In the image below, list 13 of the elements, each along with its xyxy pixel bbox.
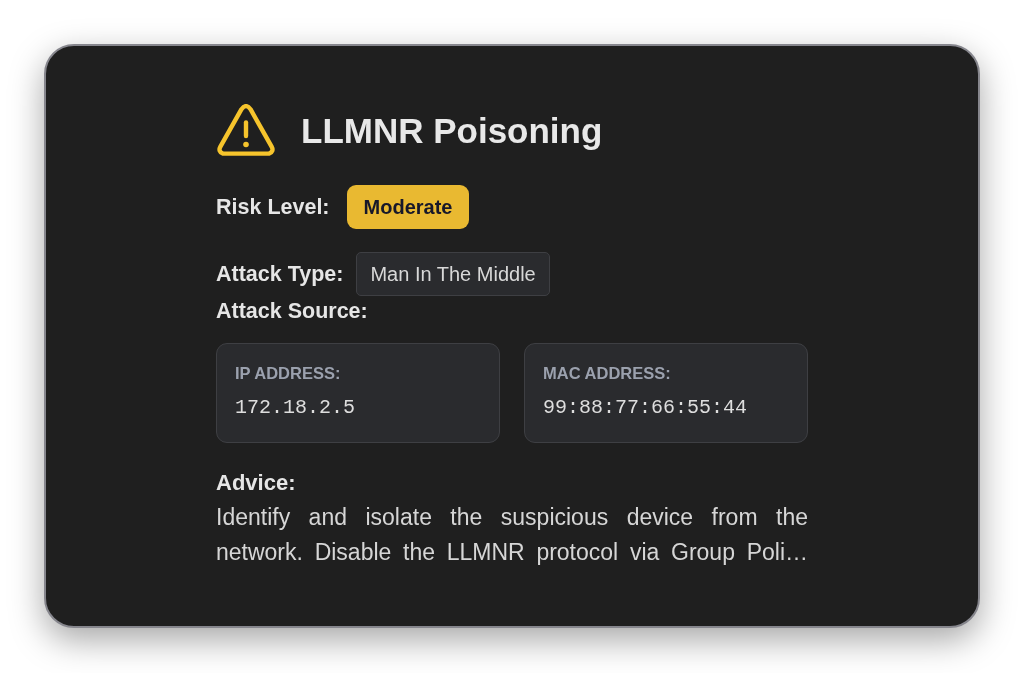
attack-type-tag: Man In The Middle — [356, 252, 550, 296]
advice-text: Identify and isolate the suspicious device from the network. Disable the LLMNR protocol via Group Poli… — [216, 503, 808, 567]
warning-icon — [217, 104, 275, 158]
attack-source-label: Attack Source: — [216, 298, 368, 324]
risk-level-label: Risk Level: — [216, 194, 330, 220]
risk-level-badge: Moderate — [346, 185, 470, 229]
address-label: IP ADDRESS: — [235, 363, 341, 383]
address-value: 172.18.2.5 — [235, 396, 356, 420]
address-value: 99:88:77:66:55:44 — [543, 396, 748, 420]
attack-type-label: Attack Type: — [216, 261, 344, 287]
alert-title: LLMNR Poisoning — [301, 110, 603, 152]
address-label: MAC ADDRESS: — [543, 363, 671, 383]
advice-label: Advice: — [216, 469, 296, 497]
